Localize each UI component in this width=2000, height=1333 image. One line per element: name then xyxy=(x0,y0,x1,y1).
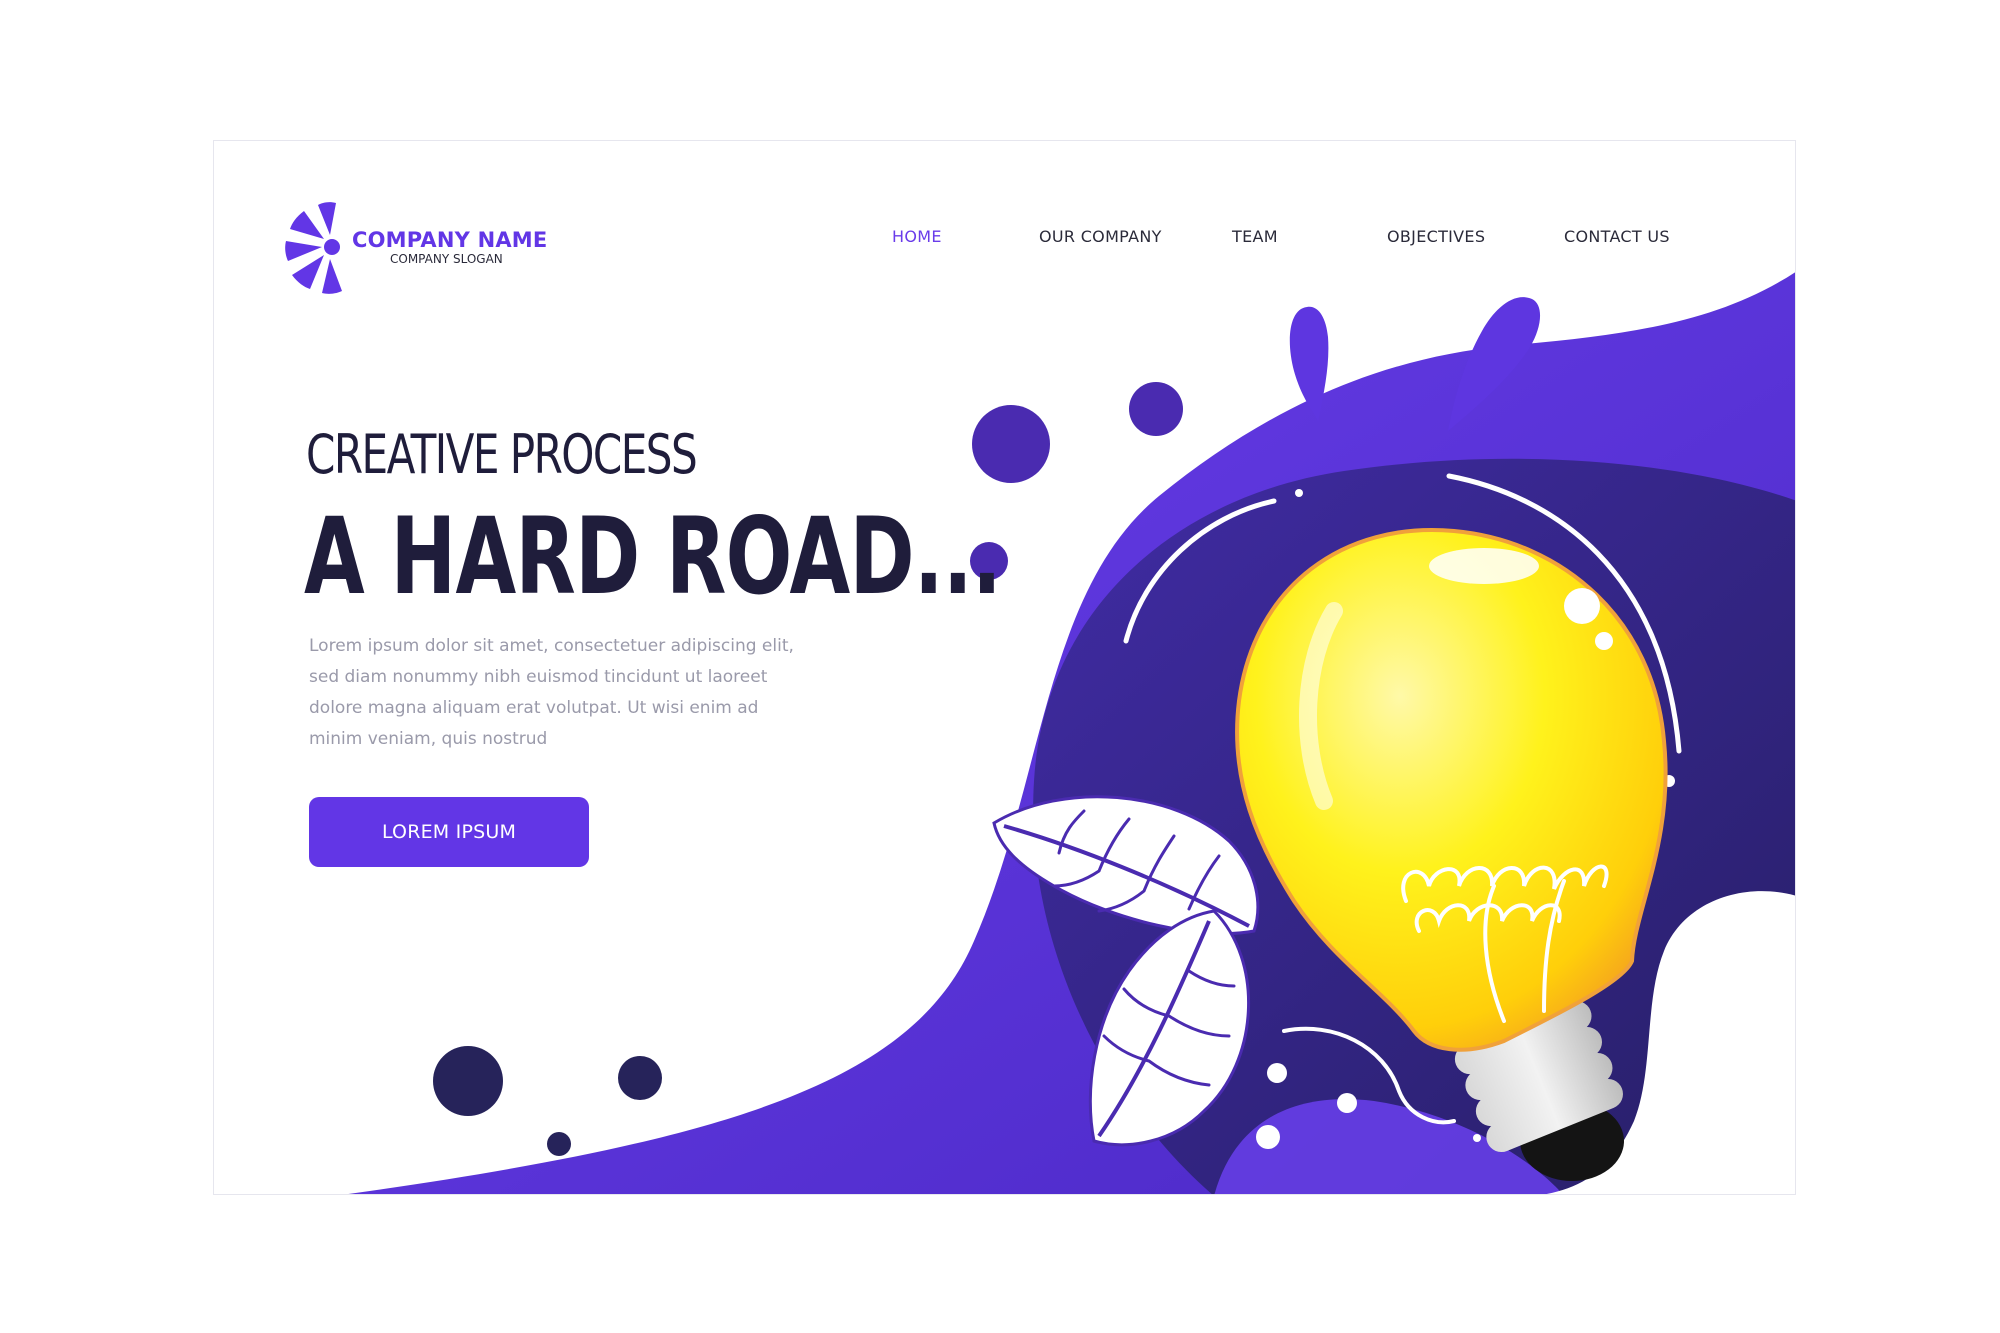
landing-card: COMPANY NAME COMPANY SLOGAN HOME OUR COM… xyxy=(213,140,1796,1195)
main-nav: HOME OUR COMPANY TEAM OBJECTIVES CONTACT… xyxy=(214,227,1795,253)
company-slogan: COMPANY SLOGAN xyxy=(390,252,503,266)
nav-team[interactable]: TEAM xyxy=(1232,227,1278,246)
nav-contact-us[interactable]: CONTACT US xyxy=(1564,227,1670,246)
hero-body-line: dolore magna aliquam erat volutpat. Ut w… xyxy=(309,698,759,718)
hero-body: Lorem ipsum dolor sit amet, consectetuer… xyxy=(309,631,809,755)
hero-body-line: minim veniam, quis nostrud xyxy=(309,729,548,749)
hero-subtitle: CREATIVE PROCESS xyxy=(306,423,698,486)
hero-body-line: Lorem ipsum dolor sit amet, consectetuer… xyxy=(309,636,794,656)
nav-home[interactable]: HOME xyxy=(892,227,942,246)
nav-objectives[interactable]: OBJECTIVES xyxy=(1387,227,1485,246)
hero-title: A HARD ROAD... xyxy=(304,495,1002,618)
cta-button[interactable]: LOREM IPSUM xyxy=(309,797,589,867)
nav-our-company[interactable]: OUR COMPANY xyxy=(1039,227,1162,246)
hero-body-line: sed diam nonummy nibh euismod tincidunt … xyxy=(309,667,768,687)
